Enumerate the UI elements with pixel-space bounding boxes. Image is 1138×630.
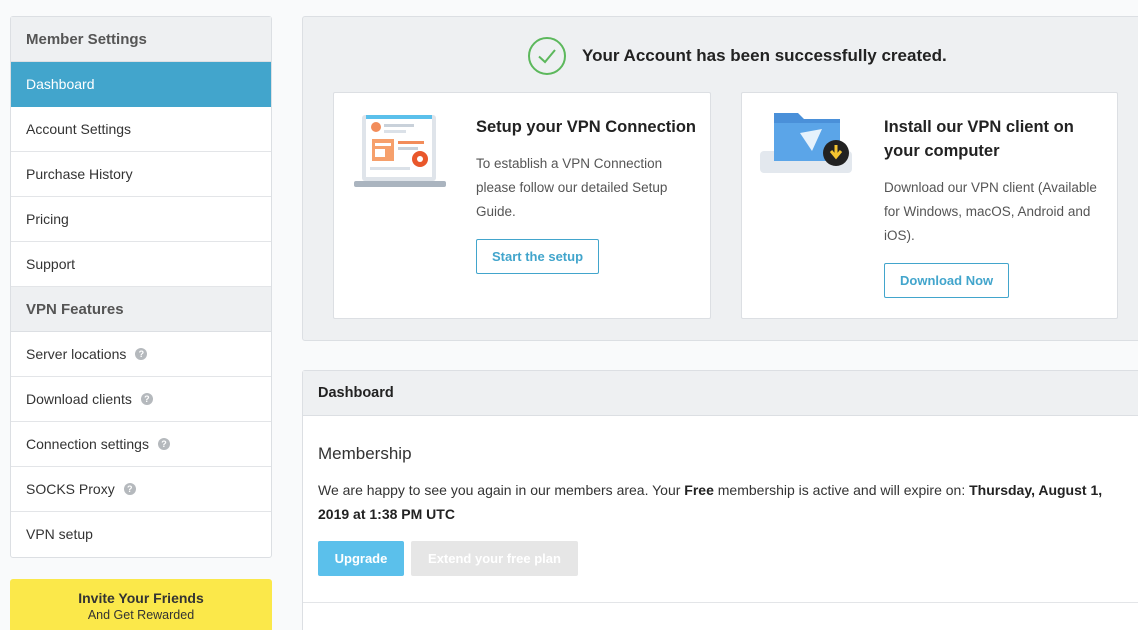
sidebar-item-purchase-history[interactable]: Purchase History [11,152,271,197]
account-created-panel: Your Account has been successfully creat… [302,16,1138,341]
sidebar-item-label: Dashboard [26,75,95,92]
card-title: Setup your VPN Connection [476,118,697,136]
sidebar-item-account-settings[interactable]: Account Settings [11,107,271,152]
folder-download-illustration [760,111,856,180]
sidebar-item-label: Connection settings [26,435,149,452]
card-description: Download our VPN client (Available for W… [884,180,1097,243]
help-icon[interactable]: ? [157,438,170,450]
sidebar-item-pricing[interactable]: Pricing [11,197,271,242]
invite-friends-banner[interactable]: Invite Your Friends And Get Rewarded [10,579,272,630]
membership-text-before: We are happy to see you again in our mem… [318,482,685,498]
laptop-setup-illustration [352,111,448,196]
success-message: Your Account has been successfully creat… [582,46,947,65]
sidebar-item-dashboard[interactable]: Dashboard [11,62,271,107]
start-setup-button[interactable]: Start the setup [476,239,600,274]
setup-vpn-card: Setup your VPN Connection To establish a… [333,92,711,319]
sidebar-item-label: SOCKS Proxy [26,480,115,497]
sidebar-item-socks-proxy[interactable]: SOCKS Proxy ? [11,467,271,512]
dashboard-header: Dashboard [303,371,1138,416]
divider [303,602,1138,603]
success-banner: Your Account has been successfully creat… [528,37,947,75]
membership-plan: Free [684,482,714,498]
sidebar-item-label: Account Settings [26,120,132,137]
sidebar-item-server-locations[interactable]: Server locations ? [11,332,271,377]
upgrade-button[interactable]: Upgrade [318,541,404,576]
sidebar-item-label: Pricing [26,210,69,227]
sidebar-item-label: Support [26,255,76,272]
invite-subtitle: And Get Rewarded [87,608,195,622]
extend-free-plan-button[interactable]: Extend your free plan [411,541,578,576]
check-circle-icon [528,37,566,75]
dashboard-panel: Dashboard Membership We are happy to see… [302,370,1138,630]
card-description: To establish a VPN Connection please fol… [476,156,668,219]
sidebar-item-support[interactable]: Support [11,242,271,287]
sidebar-item-connection-settings[interactable]: Connection settings ? [11,422,271,467]
vpn-features-header: VPN Features [11,287,271,332]
card-title: Install our VPN client on your computer [884,118,1074,160]
member-settings-header: Member Settings [11,17,271,62]
membership-title: Membership [318,444,412,463]
membership-text-middle: membership is active and will expire on: [713,482,970,498]
sidebar-item-label: Server locations [26,345,127,362]
membership-status-text: We are happy to see you again in our mem… [318,478,1118,526]
help-icon[interactable]: ? [123,483,136,495]
help-icon[interactable]: ? [135,348,148,360]
invite-title: Invite Your Friends [78,590,204,606]
sidebar-item-download-clients[interactable]: Download clients ? [11,377,271,422]
install-client-card: Install our VPN client on your computer … [741,92,1118,319]
download-now-button[interactable]: Download Now [884,263,1010,298]
sidebar: Member Settings Dashboard Account Settin… [10,16,272,558]
sidebar-item-label: Purchase History [26,165,133,182]
help-icon[interactable]: ? [140,393,153,405]
sidebar-item-vpn-setup[interactable]: VPN setup [11,512,271,557]
sidebar-item-label: VPN setup [26,526,93,542]
sidebar-item-label: Download clients [26,390,132,407]
